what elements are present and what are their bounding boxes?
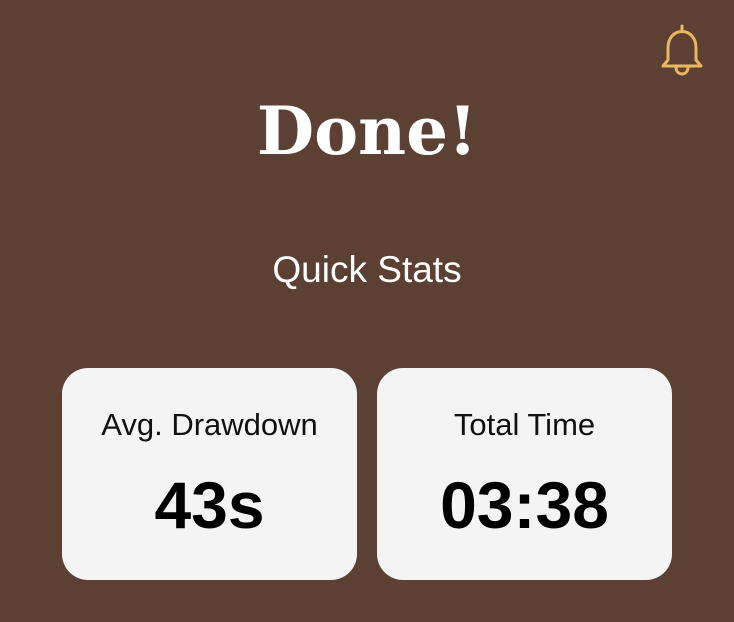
page-title: Done! <box>256 92 478 170</box>
avg-drawdown-value: 43s <box>154 468 265 542</box>
total-time-card: Total Time 03:38 <box>377 368 672 580</box>
total-time-label: Total Time <box>453 407 596 442</box>
avg-drawdown-card: Avg. Drawdown 43s <box>62 368 357 580</box>
total-time-value: 03:38 <box>440 468 609 542</box>
avg-drawdown-label: Avg. Drawdown <box>101 407 318 442</box>
bell-icon[interactable] <box>656 22 708 78</box>
quick-stats-heading: Quick Stats <box>272 249 462 290</box>
